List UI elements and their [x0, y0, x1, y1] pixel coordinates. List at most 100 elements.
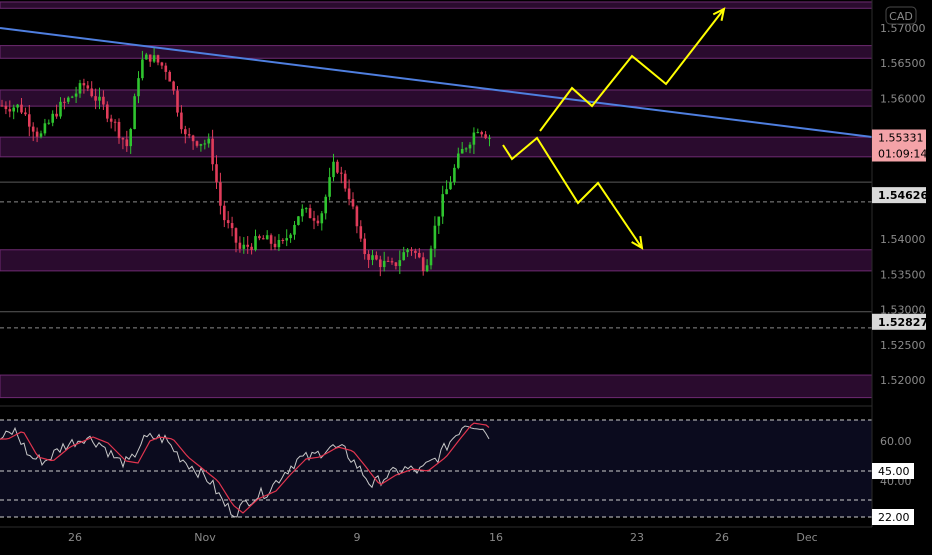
candle-body	[129, 129, 132, 147]
candle-body	[277, 239, 281, 248]
candle-body	[24, 112, 27, 115]
candle-body	[445, 189, 448, 195]
price-zone	[0, 1, 873, 9]
time-tick-label: 26	[68, 531, 82, 544]
candle-body	[152, 55, 156, 62]
candle-body	[480, 132, 483, 135]
candle-body	[148, 54, 152, 62]
candle-body	[35, 131, 39, 137]
candle-body	[184, 129, 187, 135]
candle-body	[472, 132, 476, 145]
candle-body	[363, 238, 366, 255]
candle-body	[340, 172, 343, 174]
candle-body	[464, 148, 468, 150]
candle-body	[164, 65, 168, 72]
price-zone	[0, 89, 873, 107]
candle-body	[301, 208, 304, 217]
level-low-label: 1.52827	[878, 316, 928, 329]
candle-body	[258, 236, 261, 239]
candle-body	[207, 138, 210, 144]
candle-body	[250, 246, 253, 250]
candle-body	[4, 105, 8, 110]
candle-body	[269, 235, 273, 244]
candle-body	[437, 216, 441, 226]
candle-body	[410, 249, 413, 251]
candle-body	[55, 113, 58, 117]
candle-body	[484, 134, 487, 139]
candle-body	[20, 104, 23, 113]
time-tick-label: Dec	[796, 531, 817, 544]
candle-body	[187, 134, 191, 136]
candle-body	[191, 135, 195, 142]
price-tick-label: 1.54000	[880, 233, 926, 246]
candle-body	[414, 250, 417, 253]
candle-body	[312, 218, 316, 221]
candle-body	[109, 118, 113, 122]
candle-body	[39, 133, 43, 137]
candle-body	[297, 216, 300, 225]
candle-body	[453, 167, 456, 183]
candle-body	[308, 208, 312, 219]
candle-body	[390, 261, 394, 263]
candle-body	[246, 244, 249, 247]
candle-body	[0, 105, 4, 107]
candle-body	[137, 78, 140, 97]
candle-body	[418, 252, 421, 258]
price-chart[interactable]: 1.570001.565001.560001.555001.540001.535…	[0, 0, 932, 550]
level-high-label: 1.54626	[878, 189, 928, 202]
candle-body	[285, 238, 288, 241]
candle-body	[398, 260, 402, 267]
candle-body	[78, 83, 82, 94]
candle-body	[121, 138, 125, 140]
candle-body	[90, 88, 93, 97]
candle-body	[160, 62, 164, 66]
price-zone	[0, 249, 873, 272]
candle-body	[441, 194, 444, 217]
time-tick-label: 9	[354, 531, 361, 544]
candle-body	[180, 112, 183, 130]
candle-body	[102, 96, 105, 105]
candle-body	[145, 54, 148, 60]
candle-body	[168, 71, 171, 82]
oscillator-band	[0, 420, 872, 517]
candle-body	[460, 148, 464, 154]
price-zone	[0, 45, 873, 59]
time-tick-label: Nov	[194, 531, 216, 544]
candle-body	[176, 90, 179, 113]
candle-body	[113, 121, 117, 123]
candle-body	[94, 96, 97, 101]
candle-body	[8, 109, 12, 112]
candle-body	[31, 126, 35, 132]
candle-body	[226, 220, 230, 224]
candle-body	[203, 143, 207, 145]
candle-body	[43, 123, 47, 134]
candle-body	[223, 205, 226, 221]
candle-body	[63, 101, 66, 103]
candle-body	[117, 121, 121, 139]
candle-body	[234, 228, 238, 243]
candle-body	[16, 104, 19, 108]
time-axis-bg	[0, 527, 932, 550]
candle-body	[359, 226, 363, 239]
candle-body	[476, 132, 480, 134]
candle-body	[304, 208, 308, 210]
candle-body	[371, 255, 374, 260]
candle-body	[320, 213, 324, 224]
candle-body	[125, 139, 129, 147]
time-tick-label: 26	[715, 531, 729, 544]
candle-body	[254, 236, 257, 250]
time-axis[interactable]: 26 Nov 9 16 23 26 Dec	[0, 526, 932, 550]
candle-body	[281, 239, 285, 241]
candle-body	[328, 177, 331, 197]
candle-body	[70, 96, 74, 98]
candle-body	[433, 225, 437, 249]
candle-body	[51, 113, 54, 123]
time-tick-label: 16	[489, 531, 503, 544]
candle-body	[262, 238, 265, 240]
price-tick-label: 1.52500	[880, 339, 926, 352]
candle-body	[59, 101, 62, 117]
candle-body	[293, 224, 296, 235]
price-zone	[0, 374, 873, 399]
candle-body	[386, 260, 390, 262]
candle-body	[238, 242, 242, 249]
